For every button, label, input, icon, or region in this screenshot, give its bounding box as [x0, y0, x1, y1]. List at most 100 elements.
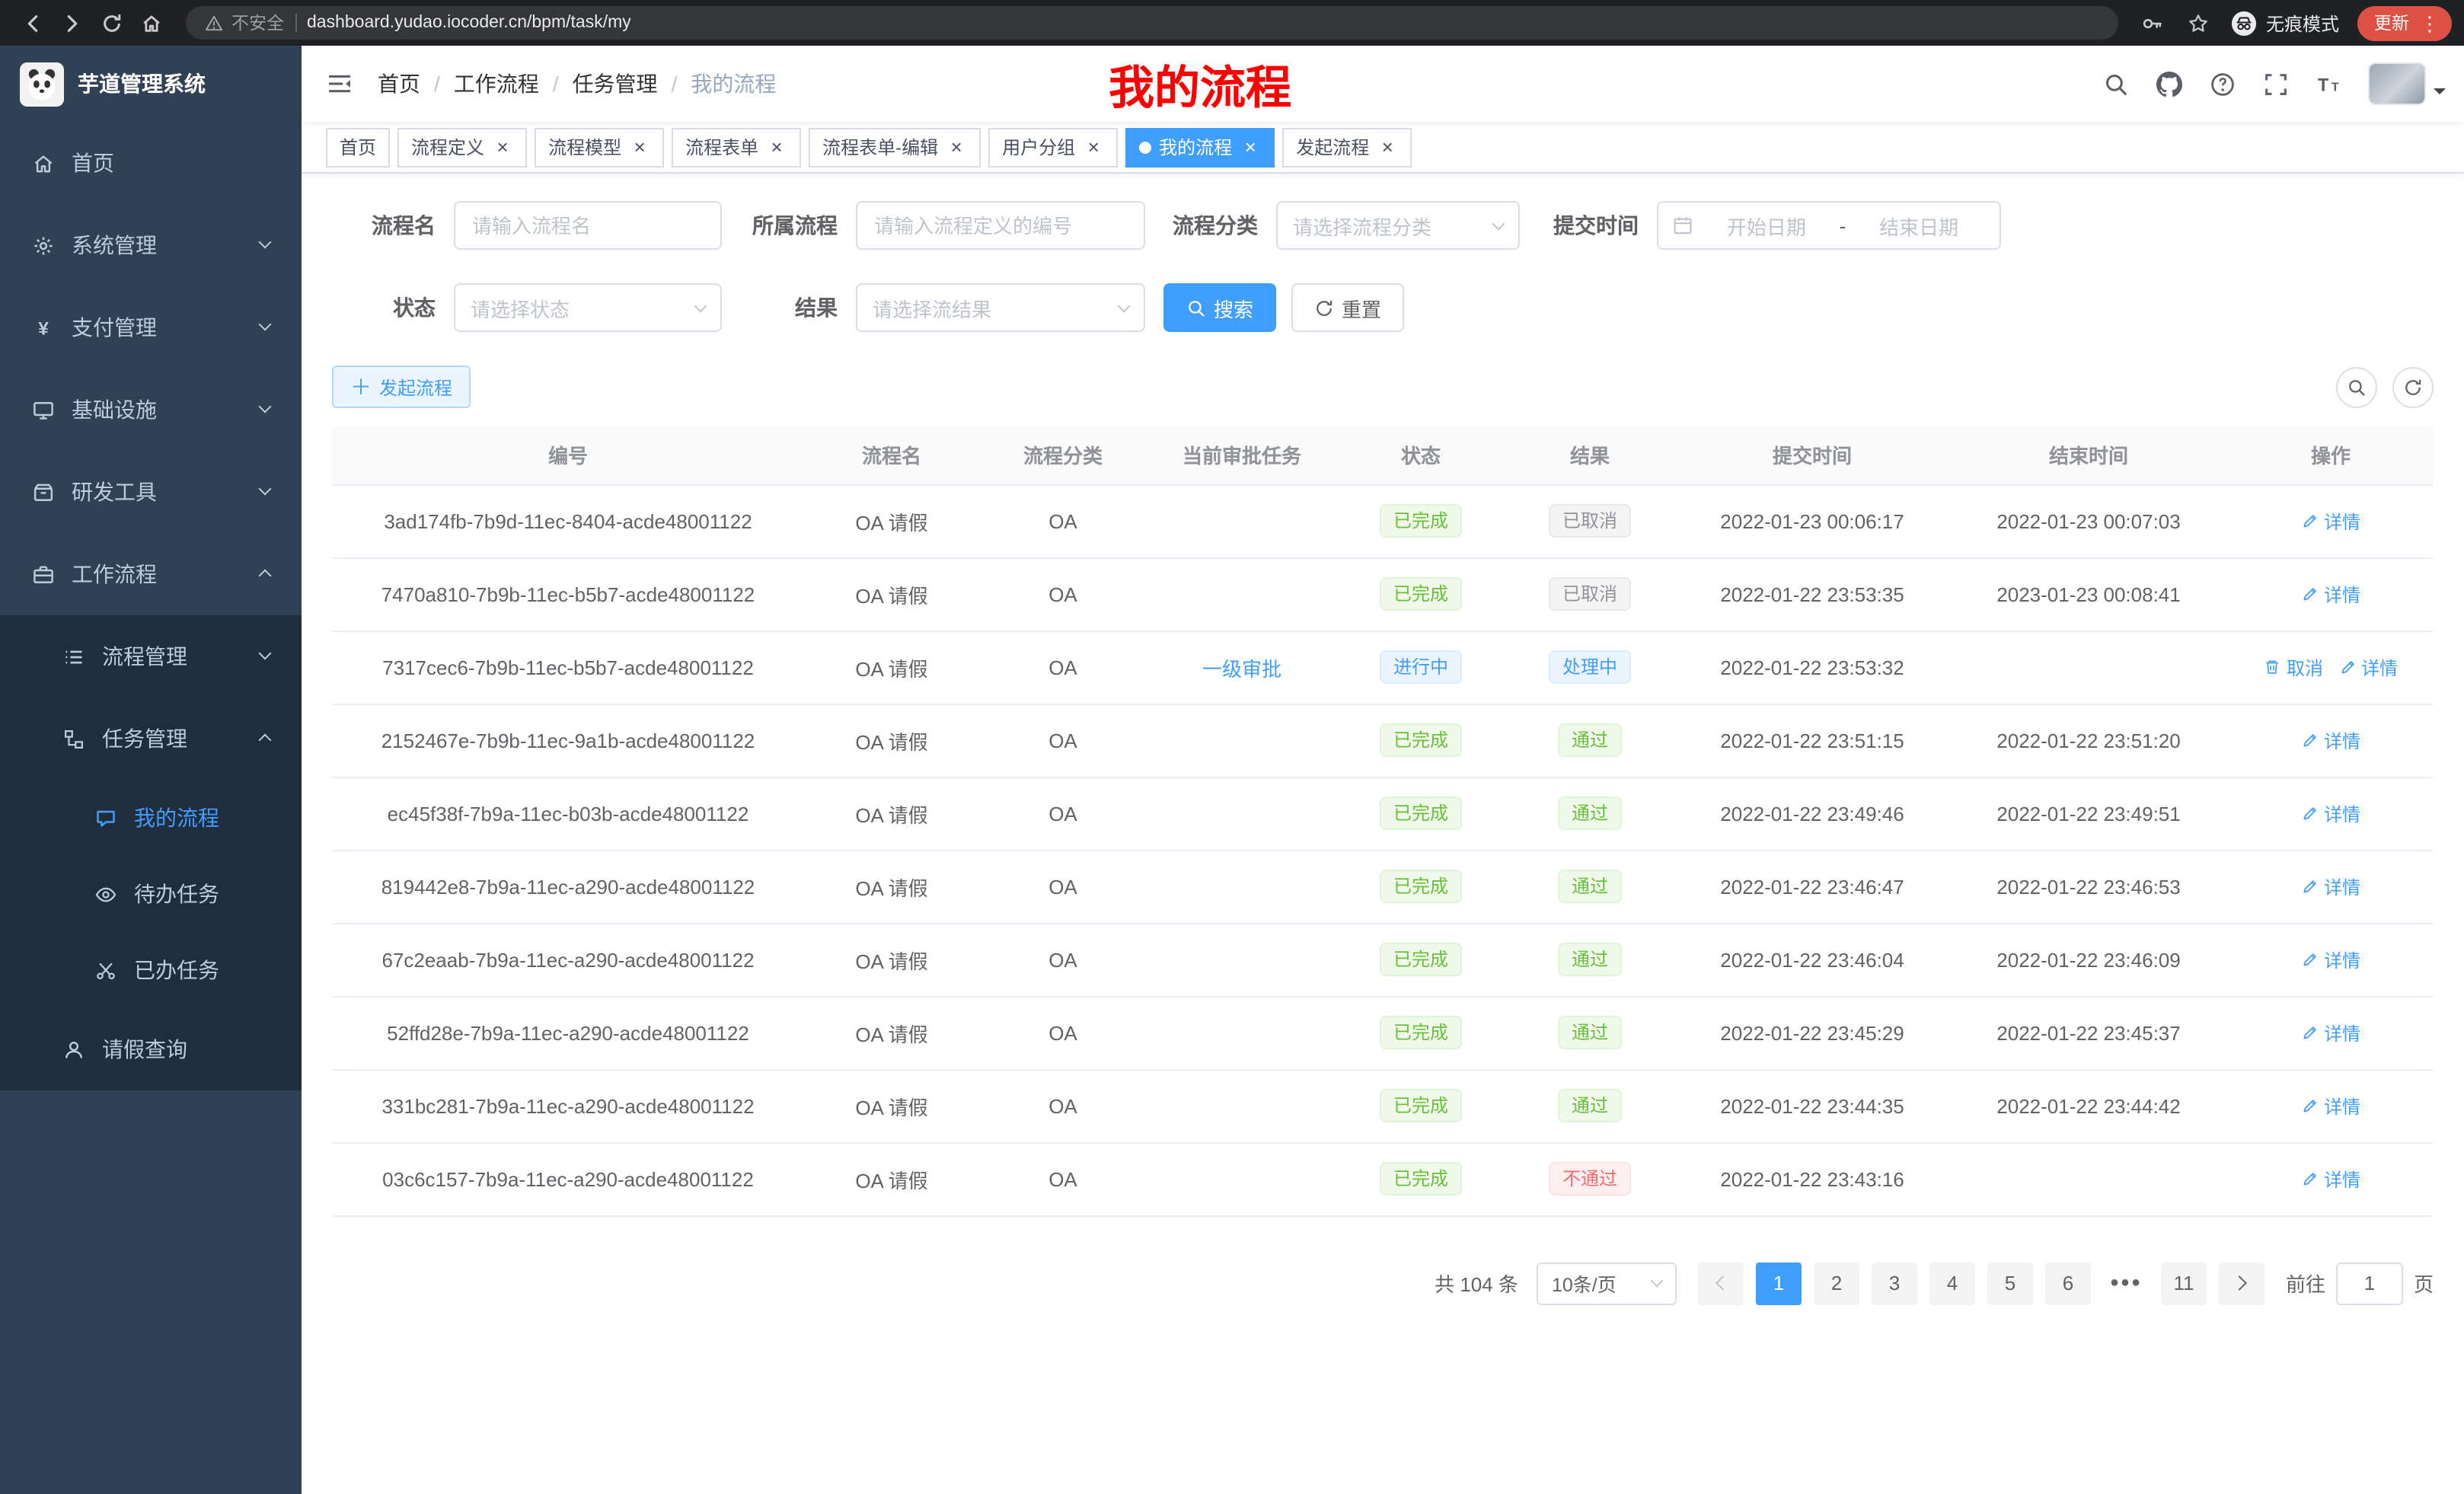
detail-action[interactable]: 详情	[2301, 1166, 2360, 1192]
back-icon[interactable]	[12, 3, 52, 43]
current-task-link[interactable]: 一级审批	[1202, 657, 1281, 680]
sidebar-item-label: 已办任务	[134, 955, 219, 985]
close-icon[interactable]: ×	[492, 136, 513, 158]
goto-suffix: 页	[2414, 1269, 2434, 1298]
close-icon[interactable]: ×	[1240, 136, 1261, 158]
sidebar-toggle-icon[interactable]	[302, 72, 378, 96]
key-icon[interactable]	[2134, 3, 2173, 43]
cell-actions: 详情	[2228, 1069, 2434, 1142]
cell-actions: 详情	[2228, 923, 2434, 996]
toggle-search-button[interactable]	[2336, 366, 2377, 407]
sidebar-item-devtools[interactable]: 研发工具	[0, 451, 302, 533]
breadcrumb-item[interactable]: 首页	[378, 69, 420, 99]
page-size-select[interactable]: 10条/页	[1537, 1262, 1677, 1304]
cell-end-time: 2022-01-22 23:44:42	[1949, 1069, 2228, 1142]
close-icon[interactable]: ×	[1377, 136, 1398, 158]
tab-发起流程[interactable]: 发起流程×	[1282, 127, 1412, 167]
process-def-label: 所属流程	[722, 210, 838, 241]
address-bar[interactable]: 不安全 dashboard.yudao.iocoder.cn/bpm/task/…	[186, 6, 2118, 40]
sidebar-item-home[interactable]: 首页	[0, 122, 302, 204]
search-icon[interactable]	[2089, 46, 2143, 122]
detail-action[interactable]: 详情	[2301, 508, 2360, 534]
page-button-11[interactable]: 11	[2161, 1262, 2207, 1304]
sidebar-item-workflow[interactable]: 工作流程	[0, 533, 302, 615]
bookmark-star-icon[interactable]	[2179, 3, 2219, 43]
detail-action[interactable]: 详情	[2301, 727, 2360, 753]
detail-action[interactable]: 详情	[2301, 1093, 2360, 1119]
cancel-action[interactable]: 取消	[2264, 654, 2323, 680]
fullscreen-icon[interactable]	[2249, 46, 2303, 122]
reset-button[interactable]: 重置	[1291, 283, 1404, 332]
search-button[interactable]: 搜索	[1163, 283, 1276, 332]
sidebar-item-process-mgmt[interactable]: 流程管理	[0, 615, 302, 698]
sidebar-item-leave-query[interactable]: 请假查询	[0, 1008, 302, 1090]
sidebar-item-my-process[interactable]: 我的流程	[0, 780, 302, 856]
tab-我的流程[interactable]: 我的流程×	[1125, 127, 1275, 167]
tab-流程定义[interactable]: 流程定义×	[397, 127, 527, 167]
forward-icon[interactable]	[52, 3, 91, 43]
font-size-icon[interactable]: TT	[2303, 46, 2356, 122]
detail-action[interactable]: 详情	[2301, 581, 2360, 607]
tab-用户分组[interactable]: 用户分组×	[988, 127, 1118, 167]
process-name-input[interactable]	[454, 201, 722, 250]
close-icon[interactable]: ×	[946, 136, 967, 158]
detail-action[interactable]: 详情	[2338, 654, 2398, 680]
home-button-icon[interactable]	[131, 3, 171, 43]
page-button-3[interactable]: 3	[1872, 1262, 1917, 1304]
breadcrumb-item[interactable]: 工作流程	[454, 69, 539, 99]
page-button-4[interactable]: 4	[1929, 1262, 1975, 1304]
help-icon[interactable]	[2196, 46, 2249, 122]
tab-首页[interactable]: 首页	[326, 127, 390, 167]
page-button-5[interactable]: 5	[1987, 1262, 2033, 1304]
github-icon[interactable]	[2143, 46, 2196, 122]
eye-icon	[93, 883, 119, 905]
start-process-button[interactable]: ＋ 发起流程	[332, 366, 471, 408]
sidebar-item-infrastructure[interactable]: 基础设施	[0, 369, 302, 451]
browser-menu-icon[interactable]: ⋮	[2415, 13, 2444, 33]
page-button-2[interactable]: 2	[1814, 1262, 1859, 1304]
pages-ellipsis[interactable]: ●●●	[2103, 1275, 2149, 1291]
sidebar-item-task-mgmt[interactable]: 任务管理	[0, 698, 302, 780]
refresh-icon	[1314, 298, 1334, 318]
sidebar-item-todo-tasks[interactable]: 待办任务	[0, 856, 302, 932]
detail-action[interactable]: 详情	[2301, 800, 2360, 826]
detail-action[interactable]: 详情	[2301, 1020, 2360, 1045]
tab-流程表单[interactable]: 流程表单×	[672, 127, 801, 167]
category-select[interactable]: 请选择流程分类	[1276, 201, 1520, 250]
detail-action[interactable]: 详情	[2301, 947, 2360, 972]
sidebar-item-payment[interactable]: ¥支付管理	[0, 286, 302, 369]
breadcrumb-item[interactable]: 任务管理	[573, 69, 658, 99]
next-page-button[interactable]	[2219, 1262, 2265, 1304]
submit-time-range-picker[interactable]: 开始日期 - 结束日期	[1657, 201, 2001, 250]
column-header: 结束时间	[1949, 426, 2228, 484]
tags-bar: 首页流程定义×流程模型×流程表单×流程表单-编辑×用户分组×我的流程×发起流程×	[302, 122, 2464, 174]
goto-page-input[interactable]	[2336, 1262, 2403, 1304]
close-icon[interactable]: ×	[629, 136, 650, 158]
sidebar-item-system[interactable]: 系统管理	[0, 204, 302, 286]
status-select[interactable]: 请选择状态	[454, 283, 722, 332]
page-button-1[interactable]: 1	[1756, 1262, 1802, 1304]
cell-submit-time: 2022-01-22 23:44:35	[1675, 1069, 1949, 1142]
page-button-6[interactable]: 6	[2045, 1262, 2091, 1304]
sidebar-item-done-tasks[interactable]: 已办任务	[0, 932, 302, 1008]
browser-update-button[interactable]: 更新 ⋮	[2357, 5, 2452, 40]
detail-action[interactable]: 详情	[2301, 873, 2360, 899]
tab-流程表单-编辑[interactable]: 流程表单-编辑×	[809, 127, 981, 167]
viewport: 不安全 dashboard.yudao.iocoder.cn/bpm/task/…	[0, 0, 2464, 1494]
prev-page-button[interactable]	[1698, 1262, 1744, 1304]
close-icon[interactable]: ×	[1083, 136, 1104, 158]
user-menu[interactable]	[2368, 62, 2446, 105]
result-select[interactable]: 请选择流结果	[856, 283, 1145, 332]
refresh-table-button[interactable]	[2392, 366, 2434, 407]
sidebar: 芋道管理系统 首页系统管理¥支付管理基础设施研发工具工作流程流程管理任务管理我的…	[0, 46, 302, 1494]
app-logo-row[interactable]: 芋道管理系统	[0, 46, 302, 122]
tab-流程模型[interactable]: 流程模型×	[535, 127, 664, 167]
incognito-badge: 无痕模式	[2231, 10, 2339, 36]
result-badge: 已取消	[1549, 577, 1631, 611]
process-def-input[interactable]	[856, 201, 1145, 250]
reload-icon[interactable]	[91, 3, 131, 43]
security-warning[interactable]: 不安全	[204, 11, 284, 35]
sidebar-item-label: 流程管理	[102, 641, 187, 672]
close-icon[interactable]: ×	[766, 136, 787, 158]
avatar[interactable]	[2368, 62, 2426, 105]
